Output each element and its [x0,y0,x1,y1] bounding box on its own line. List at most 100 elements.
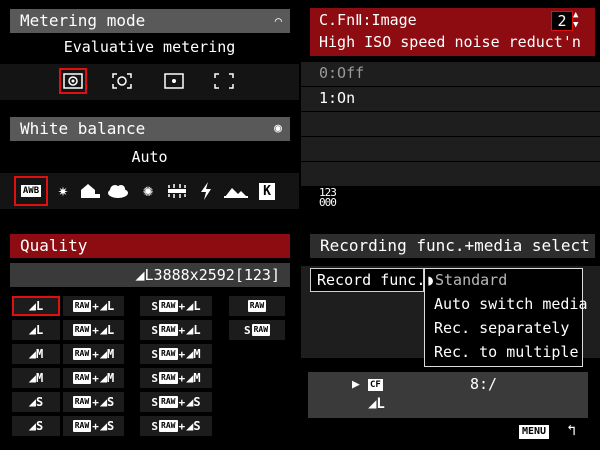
raw-badge: RAW [72,420,92,432]
quality-option-raw-jpeg-2[interactable]: RAW + ◢L [63,320,124,340]
daylight-option[interactable]: ✷ [52,180,74,202]
quality-option-jpeg-3[interactable]: ◢M [12,344,60,364]
option-row-on[interactable]: 1:On [301,87,600,111]
quality-size-label: ◢M [186,371,201,385]
awb-option[interactable]: AWB [14,176,48,206]
quality-option-jpeg-4[interactable]: ◢M [12,368,60,388]
plus-label: + [178,419,186,433]
partial-icon [112,73,132,89]
custom-function-title: C.FnⅡ:Image [319,11,417,29]
quality-option-sraw-jpeg-6[interactable]: S RAW + ◢S [140,416,212,436]
kelvin-icon: K [259,182,275,200]
raw-badge: RAW [159,348,178,360]
awb-icon: AWB [20,185,42,197]
plus-label: + [178,347,186,361]
partial-metering-option[interactable] [108,68,136,94]
record-option-auto-switch[interactable]: Auto switch media [434,295,588,313]
tungsten-icon: ✺ [142,181,154,201]
quality-size-label: ◢S [99,395,115,409]
quality-option-sraw-jpeg-1[interactable]: S RAW + ◢L [140,296,212,316]
quality-option-jpeg-5[interactable]: ◢S [12,392,60,412]
plus-label: + [178,371,186,385]
quality-option-sraw-jpeg-4[interactable]: S RAW + ◢M [140,368,212,388]
quality-size-label: ◢L [28,299,44,313]
quality-l-indicator: ◢L [368,396,385,412]
quality-option-sraw-jpeg-5[interactable]: S RAW + ◢S [140,392,212,412]
shade-option[interactable] [78,180,102,202]
quality-size-label: ◢M [186,347,201,361]
recording-panel: Recording func.+media select Record func… [301,226,600,450]
plus-label: + [92,347,99,361]
kelvin-option[interactable]: K [255,180,279,202]
tungsten-option[interactable]: ✺ [136,180,160,202]
quality-size-label: ◢S [28,395,44,409]
menu-button[interactable]: MENU [519,425,550,439]
raw-badge: RAW [159,372,178,384]
option-row-off[interactable]: 0:Off [301,62,600,86]
quality-option-jpeg-6[interactable]: ◢S [12,416,60,436]
flash-icon [201,182,211,200]
raw-badge: RAW [72,396,92,408]
quality-option-raw-jpeg-4[interactable]: RAW + ◢M [63,368,124,388]
metering-wb-panel: Metering mode ◠ Evaluative metering Whit… [0,0,299,224]
evaluative-metering-option[interactable] [59,68,87,94]
quality-option-raw-jpeg-6[interactable]: RAW + ◢S [63,416,124,436]
s-label: S [243,323,251,337]
quality-size-label: ◢M [99,347,115,361]
metering-mode-header: Metering mode ◠ [10,9,290,33]
white-balance-value: Auto [131,148,168,166]
card-path: 8:/ [470,375,498,393]
record-option-separately[interactable]: Rec. separately [434,319,569,337]
raw-badge: RAW [72,300,92,312]
quality-size-label: ◢L [28,323,44,337]
record-func-dropdown: ◗ Standard Auto switch media Rec. separa… [424,268,588,367]
raw-badge: RAW [72,372,92,384]
quality-readout-bar: ◢L3888x2592[123] [10,263,290,287]
quality-size-label: ◢M [28,371,44,385]
s-label: S [151,299,159,313]
option-row-empty-2 [301,137,600,161]
quality-size-label: ◢M [28,347,44,361]
center-weighted-option[interactable] [210,68,238,94]
page-arrows-icon[interactable]: ▲ ▼ [573,10,578,30]
cf-card-icon: CF [368,379,383,391]
metering-mode-value: Evaluative metering [63,38,236,56]
record-func-label-box: Record func. [310,268,425,292]
s-label: S [151,395,159,409]
record-option-multiple[interactable]: Rec. to multiple [434,343,579,361]
custom-wb-option[interactable] [222,180,250,202]
option-row-empty-3 [301,162,600,186]
shade-icon [81,184,100,198]
quality-option-sraw[interactable]: S RAW [229,320,285,340]
quality-option-raw-jpeg-3[interactable]: RAW + ◢M [63,344,124,364]
return-arrow-icon[interactable]: ↰ [567,421,576,439]
plus-label: + [178,395,186,409]
evaluative-icon [63,73,83,89]
plus-label: + [92,299,99,313]
custom-function-page-number[interactable]: 2 [551,11,573,31]
quality-size-label: ◢S [186,395,201,409]
fluorescent-option[interactable] [164,180,190,202]
spot-metering-option[interactable] [160,68,188,94]
flash-option[interactable] [196,180,216,202]
record-option-standard[interactable]: Standard [435,271,507,289]
quality-option-sraw-jpeg-2[interactable]: S RAW + ◢L [140,320,212,340]
quality-option-raw-jpeg-1[interactable]: RAW + ◢L [63,296,124,316]
quality-option-jpeg-1[interactable]: ◢L [12,296,60,316]
quality-size-label: ◢M [99,371,115,385]
quality-option-raw[interactable]: RAW [229,296,285,316]
quality-option-raw-jpeg-5[interactable]: RAW + ◢S [63,392,124,412]
cloudy-option[interactable] [106,180,130,202]
custom-function-panel: C.FnⅡ:Image High ISO speed noise reduct'… [301,0,600,224]
function-numbers: 123 000 [319,187,337,208]
raw-badge: RAW [247,300,267,312]
quality-option-sraw-jpeg-3[interactable]: S RAW + ◢M [140,344,212,364]
white-balance-header: White balance ◉ [10,117,290,141]
wb-dial-icon: ◉ [274,121,282,136]
custom-function-subtitle: High ISO speed noise reduct'n [319,33,581,51]
cloudy-icon [108,185,128,198]
plus-label: + [178,299,186,313]
quality-option-jpeg-2[interactable]: ◢L [12,320,60,340]
option-row-empty-1 [301,112,600,136]
option-off-label: 0:Off [319,64,365,82]
